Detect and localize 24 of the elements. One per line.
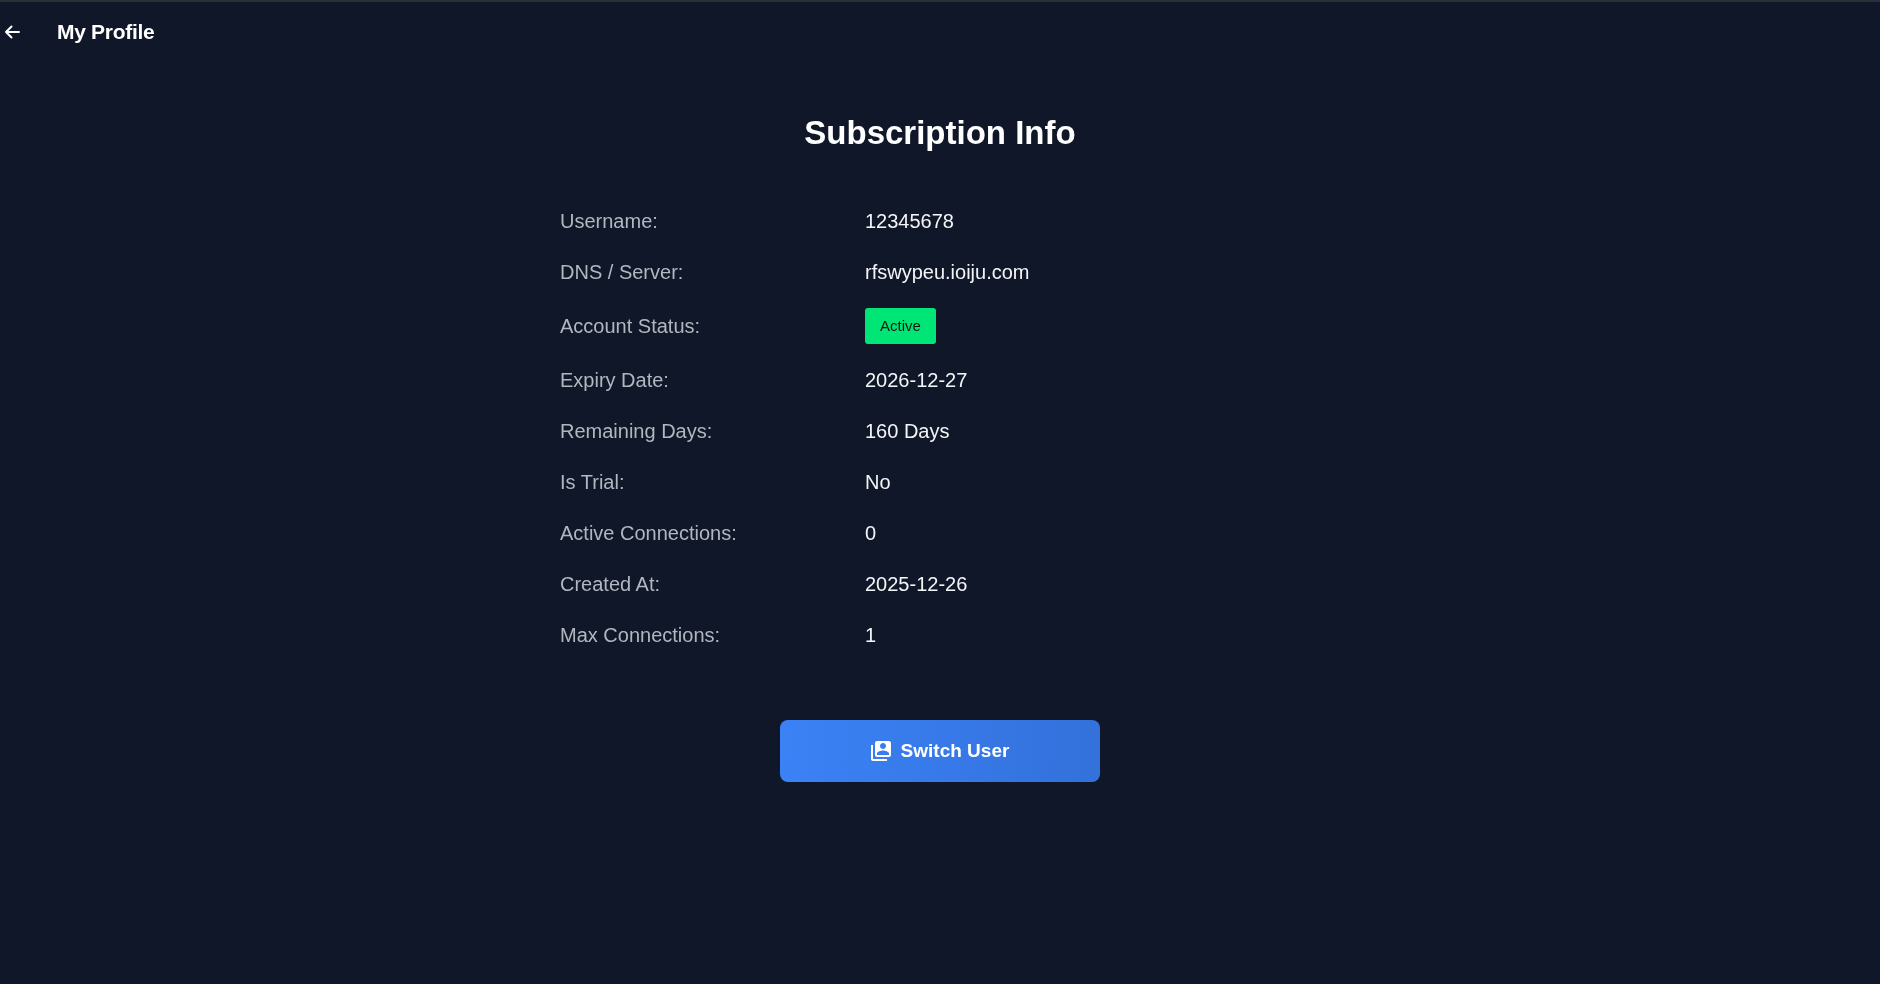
field-value: 0 [865,521,877,546]
field-label: Remaining Days: [560,419,713,444]
field-label: DNS / Server: [560,260,684,285]
field-value: 2025-12-26 [865,572,968,597]
section-heading: Subscription Info [804,113,1076,153]
arrow-left-icon [4,25,20,39]
field-value: 1 [865,623,877,648]
field-value: 2026-12-27 [865,368,968,393]
back-button[interactable] [4,25,20,39]
page-title: My Profile [57,19,155,45]
status-badge: Active [865,308,936,344]
field-value: 12345678 [865,209,954,234]
field-label: Account Status: [560,314,701,339]
field-label: Max Connections: [560,623,721,648]
field-label: Expiry Date: [560,368,669,393]
user-cards-icon [870,741,891,761]
field-label: Created At: [560,572,661,597]
field-label: Active Connections: [560,521,737,546]
switch-user-button[interactable]: Switch User [780,720,1100,782]
field-label: Is Trial: [560,470,625,495]
field-value: 160 Days [865,419,950,444]
field-value: rfswypeu.ioiju.com [865,260,1030,285]
field-value: No [865,470,891,495]
field-label: Username: [560,209,658,234]
